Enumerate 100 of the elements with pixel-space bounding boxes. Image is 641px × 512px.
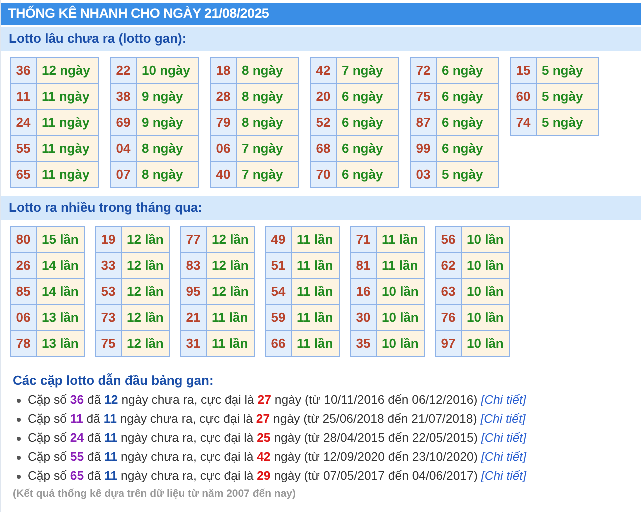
count-cell: 9 ngày	[136, 84, 198, 110]
number-cell: 60	[510, 84, 536, 110]
count-cell: 11 lần	[376, 226, 424, 252]
number-cell: 76	[436, 304, 462, 330]
count-cell: 6 ngày	[436, 84, 498, 110]
count-cell: 6 ngày	[436, 136, 498, 162]
number-cell: 95	[180, 278, 206, 304]
count-cell: 12 lần	[206, 278, 254, 304]
number-cell: 80	[10, 226, 36, 252]
count-cell: 7 ngày	[236, 136, 298, 162]
number-cell: 07	[110, 162, 136, 188]
number-cell: 68	[310, 136, 336, 162]
number-cell: 06	[10, 304, 36, 330]
count-cell: 5 ngày	[536, 84, 598, 110]
count-cell: 8 ngày	[236, 84, 298, 110]
pair-sentence: Cặp số 36 đã 12 ngày chưa ra, cực đại là 27 ngày (từ 10/11/2016 đến 06/12/2016)	[28, 393, 478, 407]
count-cell: 11 lần	[292, 252, 340, 278]
number-cell: 75	[410, 84, 436, 110]
number-cell: 20	[310, 84, 336, 110]
count-cell: 12 lần	[122, 226, 170, 252]
number-cell: 71	[350, 226, 376, 252]
count-cell: 8 ngày	[136, 136, 198, 162]
number-cell: 72	[410, 58, 436, 84]
count-cell: 12 ngày	[36, 58, 98, 84]
footnote: (Kết quả thống kê dựa trên dữ liệu từ năm 2007 đến nay)	[13, 488, 298, 500]
count-cell: 11 lần	[206, 304, 254, 330]
number-cell: 52	[310, 110, 336, 136]
number-cell: 33	[96, 252, 122, 278]
number-cell: 40	[210, 162, 236, 188]
count-cell: 10 lần	[376, 278, 424, 304]
number-cell: 97	[436, 330, 462, 356]
count-cell: 12 lần	[206, 252, 254, 278]
count-cell: 6 ngày	[336, 84, 398, 110]
count-cell: 11 ngày	[36, 136, 98, 162]
number-cell: 35	[350, 330, 376, 356]
number-cell: 79	[210, 110, 236, 136]
count-cell: 11 ngày	[36, 84, 98, 110]
number-cell: 56	[436, 226, 462, 252]
count-cell: 6 ngày	[436, 110, 498, 136]
detail-link[interactable]: [Chi tiết]	[480, 412, 526, 426]
number-cell: 81	[350, 252, 376, 278]
number-cell: 31	[180, 330, 206, 356]
detail-link[interactable]: [Chi tiết]	[481, 431, 527, 445]
count-cell: 12 lần	[122, 252, 170, 278]
section-heading: Lotto ra nhiều trong tháng qua:	[1, 196, 641, 220]
count-cell: 6 ngày	[336, 136, 398, 162]
count-cell: 12 lần	[122, 278, 170, 304]
count-cell: 11 lần	[376, 252, 424, 278]
count-cell: 10 lần	[376, 304, 424, 330]
number-cell: 04	[110, 136, 136, 162]
number-cell: 65	[10, 162, 36, 188]
number-cell: 18	[210, 58, 236, 84]
count-cell: 5 ngày	[536, 110, 598, 136]
number-cell: 87	[410, 110, 436, 136]
count-cell: 10 lần	[376, 330, 424, 356]
number-cell: 74	[510, 110, 536, 136]
number-cell: 49	[266, 226, 292, 252]
number-cell: 06	[210, 136, 236, 162]
count-cell: 6 ngày	[436, 58, 498, 84]
count-cell: 13 lần	[36, 330, 84, 356]
number-cell: 28	[210, 84, 236, 110]
number-cell: 22	[110, 58, 136, 84]
count-cell: 8 ngày	[236, 110, 298, 136]
number-cell: 24	[10, 110, 36, 136]
number-cell: 59	[266, 304, 292, 330]
detail-link[interactable]: [Chi tiết]	[481, 450, 527, 464]
count-cell: 12 lần	[206, 226, 254, 252]
number-cell: 51	[266, 252, 292, 278]
detail-link[interactable]: [Chi tiết]	[481, 469, 527, 483]
pair-sentence: Cặp số 11 đã 11 ngày chưa ra, cực đại là 27 ngày (từ 25/06/2018 đến 21/07/2018)	[28, 412, 478, 426]
number-cell: 55	[10, 136, 36, 162]
count-cell: 11 lần	[292, 226, 340, 252]
pair-sentence: Cặp số 55 đã 11 ngày chưa ra, cực đại là 42 ngày (từ 12/09/2020 đến 23/10/2020)	[28, 450, 478, 464]
number-cell: 99	[410, 136, 436, 162]
pair-sentence: Cặp số 65 đã 11 ngày chưa ra, cực đại là 29 ngày (từ 07/05/2017 đến 04/06/2017)	[28, 469, 478, 483]
number-cell: 36	[10, 58, 36, 84]
number-cell: 26	[10, 252, 36, 278]
count-cell: 11 ngày	[36, 110, 98, 136]
number-cell: 16	[350, 278, 376, 304]
number-cell: 30	[350, 304, 376, 330]
count-cell: 14 lần	[36, 252, 84, 278]
count-cell: 8 ngày	[236, 58, 298, 84]
count-cell: 11 lần	[292, 278, 340, 304]
detail-link[interactable]: [Chi tiết]	[481, 393, 526, 407]
number-cell: 03	[410, 162, 436, 188]
number-cell: 21	[180, 304, 206, 330]
count-cell: 9 ngày	[136, 110, 198, 136]
number-cell: 78	[10, 330, 36, 356]
count-cell: 10 lần	[462, 252, 510, 278]
number-cell: 83	[180, 252, 206, 278]
count-cell: 6 ngày	[336, 110, 398, 136]
number-cell: 19	[96, 226, 122, 252]
count-cell: 12 lần	[122, 330, 170, 356]
number-cell: 75	[96, 330, 122, 356]
count-cell: 15 lần	[36, 226, 84, 252]
count-cell: 10 ngày	[136, 58, 198, 84]
count-cell: 7 ngày	[236, 162, 298, 188]
number-cell: 63	[436, 278, 462, 304]
count-cell: 5 ngày	[436, 162, 498, 188]
number-cell: 53	[96, 278, 122, 304]
